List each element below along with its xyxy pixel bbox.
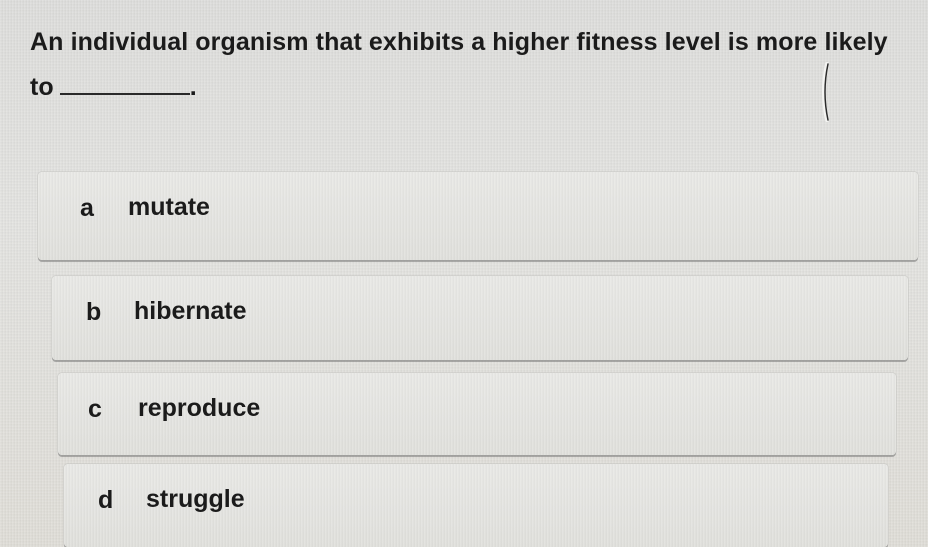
option-letter: a [80,194,94,222]
cursor-mark-icon [822,62,829,122]
option-label: hibernate [134,297,247,325]
option-letter: b [86,298,102,326]
answer-option-b[interactable]: b hibernate [52,276,908,360]
option-label: mutate [128,193,210,221]
answer-option-c[interactable]: c reproduce [58,373,896,455]
answer-blank [59,71,190,95]
option-letter: d [98,486,114,514]
question-end-punct: . [189,73,197,101]
answer-option-a[interactable]: a mutate [38,172,918,260]
option-label: struggle [146,485,245,513]
option-label: reproduce [138,394,261,422]
option-letter: c [88,395,102,423]
question-prompt: An individual organism that exhibits a h… [30,20,910,110]
answer-option-d[interactable]: d struggle [64,464,888,547]
